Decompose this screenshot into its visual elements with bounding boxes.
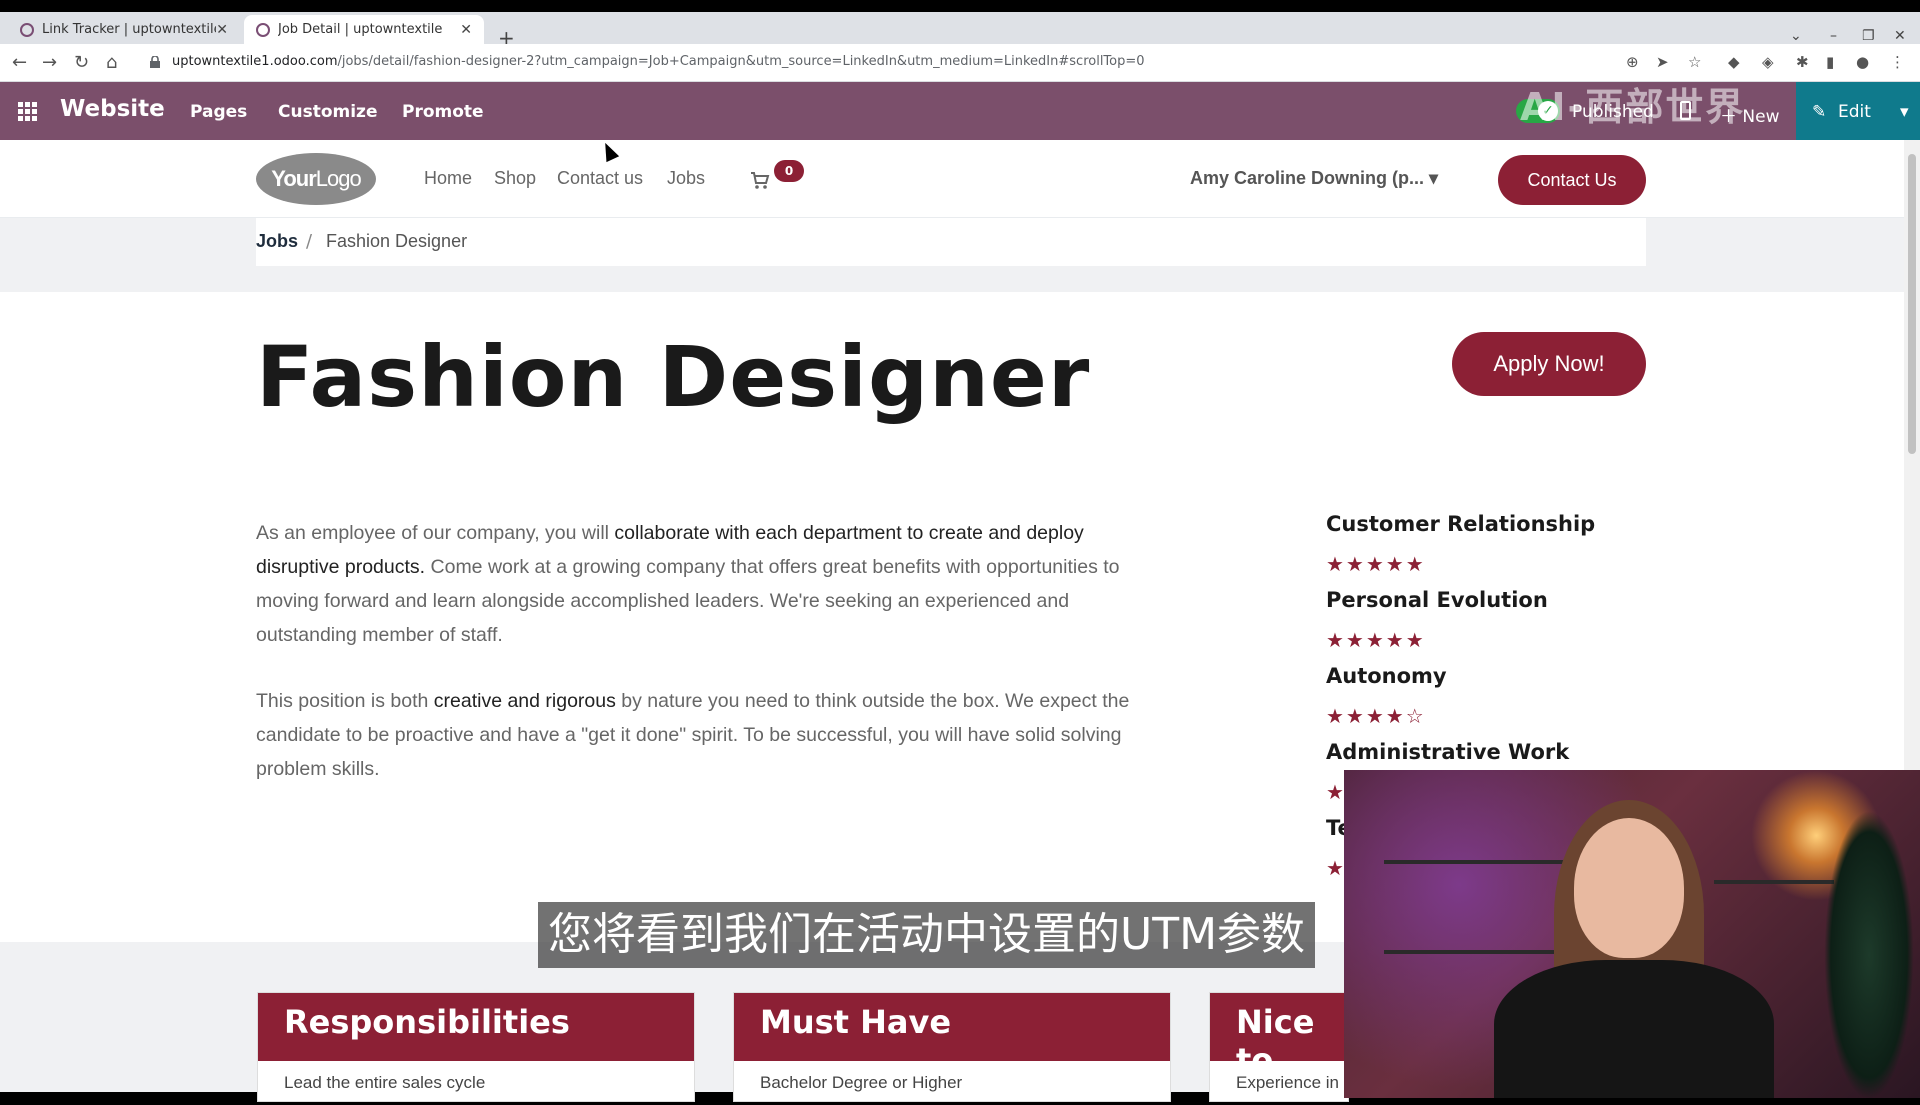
- video-watermark: AI-西部世界: [1520, 85, 1746, 129]
- odoo-website-bar: Website Pages Customize Promote ✓ Publis…: [0, 82, 1920, 140]
- restore-icon[interactable]: ❐: [1862, 28, 1875, 44]
- card-responsibilities: Responsibilities Lead the entire sales c…: [257, 992, 695, 1102]
- new-button-label: New: [1742, 107, 1780, 127]
- logo-rest: Logo: [315, 166, 362, 191]
- card-title: Nice to: [1210, 993, 1348, 1079]
- job-description-paragraph: As an employee of our company, you will …: [256, 516, 1166, 652]
- nav-jobs[interactable]: Jobs: [667, 168, 705, 189]
- caret-down-icon: ▾: [1429, 168, 1439, 188]
- browser-tab-strip: Link Tracker | uptowntextile ✕ Job Detai…: [0, 12, 1920, 50]
- cart-count-badge[interactable]: 0: [774, 160, 804, 182]
- star-rating-icon: ★★★★☆: [1326, 704, 1426, 728]
- bold-text: creative and rigorous: [433, 690, 616, 712]
- nav-contact-us[interactable]: Contact us: [557, 168, 643, 189]
- profile-avatar-icon[interactable]: ●: [1856, 53, 1869, 71]
- tab-label: Link Tracker | uptowntextile: [42, 22, 217, 37]
- tab-link-tracker[interactable]: Link Tracker | uptowntextile ✕: [8, 15, 240, 44]
- apps-grid-icon[interactable]: [18, 102, 38, 121]
- odoo-favicon-icon: [20, 22, 34, 37]
- text: This position is both: [256, 690, 434, 712]
- presenter-video-overlay: [1344, 770, 1920, 1098]
- menu-pages[interactable]: Pages: [190, 102, 247, 122]
- tab-job-detail[interactable]: Job Detail | uptowntextile ✕: [244, 15, 484, 44]
- star-rating-icon: ★: [1326, 856, 1346, 880]
- shopping-cart-icon[interactable]: [750, 170, 770, 190]
- card-nice-to-have: Nice to Experience in: [1209, 992, 1349, 1102]
- video-subtitle: 您将看到我们在活动中设置的UTM参数: [538, 902, 1316, 968]
- extension-icon[interactable]: ◈: [1762, 53, 1774, 71]
- url-path: /jobs/detail/fashion-designer-2?utm_camp…: [337, 54, 1145, 69]
- odoo-favicon-icon: [256, 22, 270, 37]
- side-panel-icon[interactable]: ▮: [1826, 53, 1834, 71]
- caret-down-icon[interactable]: ▾: [1900, 102, 1909, 122]
- reload-icon[interactable]: ↻: [74, 52, 89, 73]
- nav-shop[interactable]: Shop: [494, 168, 536, 189]
- minimize-icon[interactable]: –: [1830, 28, 1837, 44]
- url-host: uptowntextile1.odoo.com: [172, 54, 338, 69]
- skill-item: Customer Relationship ★★★★★: [1326, 512, 1656, 588]
- text: As an employee of our company, you will: [256, 522, 615, 544]
- shelf: [1714, 880, 1834, 884]
- lock-icon[interactable]: [150, 56, 160, 68]
- pencil-icon: ✎: [1812, 102, 1827, 122]
- skill-name: Autonomy: [1326, 664, 1447, 688]
- forward-icon[interactable]: →: [42, 52, 57, 73]
- apply-now-button[interactable]: Apply Now!: [1452, 332, 1646, 396]
- star-rating-icon: ★: [1326, 780, 1346, 804]
- menu-promote[interactable]: Promote: [402, 102, 484, 122]
- breadcrumb-current: Fashion Designer: [326, 231, 468, 251]
- presenter-body: [1494, 960, 1774, 1098]
- screen-top-border: [0, 0, 1920, 12]
- browser-menu-icon[interactable]: ⋮: [1890, 53, 1905, 71]
- skill-item: Autonomy ★★★★☆: [1326, 664, 1656, 740]
- scrollbar-thumb[interactable]: [1908, 154, 1916, 454]
- plant-shape: [1824, 810, 1914, 1098]
- website-app-title[interactable]: Website: [60, 96, 165, 122]
- job-description-paragraph: This position is both creative and rigor…: [256, 684, 1166, 786]
- card-text: Experience in: [1236, 1073, 1340, 1092]
- breadcrumb: Jobs / Fashion Designer: [256, 218, 1646, 266]
- bookmark-star-icon[interactable]: ☆: [1688, 53, 1701, 71]
- logo-bold: Your: [271, 166, 316, 191]
- breadcrumb-separator: /: [306, 231, 313, 252]
- shelf: [1384, 950, 1564, 954]
- card-text: Bachelor Degree or Higher: [760, 1073, 963, 1092]
- skill-name: Administrative Work: [1326, 740, 1570, 764]
- star-rating-icon: ★★★★★: [1326, 552, 1426, 576]
- extensions-puzzle-icon[interactable]: ✱: [1796, 53, 1809, 71]
- tab-label: Job Detail | uptowntextile: [278, 22, 443, 37]
- skill-name: Customer Relationship: [1326, 512, 1596, 536]
- card-title: Responsibilities: [258, 993, 694, 1061]
- edit-button[interactable]: ✎ Edit ▾: [1796, 82, 1920, 140]
- nav-home[interactable]: Home: [424, 168, 472, 189]
- zoom-icon[interactable]: ⊕: [1626, 53, 1639, 71]
- menu-customize[interactable]: Customize: [278, 102, 377, 122]
- card-title: Must Have: [734, 993, 1170, 1061]
- tab-close-icon[interactable]: ✕: [216, 22, 228, 38]
- tab-search-chevron-icon[interactable]: ⌄: [1790, 28, 1802, 44]
- skill-name: Personal Evolution: [1326, 588, 1548, 612]
- skill-item: Personal Evolution ★★★★★: [1326, 588, 1656, 664]
- tab-close-icon[interactable]: ✕: [460, 22, 472, 38]
- contact-us-button[interactable]: Contact Us: [1498, 155, 1646, 205]
- user-name: Amy Caroline Downing (p...: [1190, 168, 1425, 188]
- back-icon[interactable]: ←: [12, 52, 27, 73]
- site-header: YourLogo Home Shop Contact us Jobs 0 Amy…: [0, 140, 1904, 218]
- card-text: Lead the entire sales cycle: [284, 1073, 486, 1092]
- share-icon[interactable]: ➤: [1656, 53, 1669, 71]
- site-logo[interactable]: YourLogo: [256, 153, 376, 205]
- home-icon[interactable]: ⌂: [106, 52, 117, 73]
- user-menu-dropdown[interactable]: Amy Caroline Downing (p... ▾: [1190, 168, 1438, 189]
- page-title: Fashion Designer: [256, 328, 1091, 426]
- star-rating-icon: ★★★★★: [1326, 628, 1426, 652]
- extension-icon[interactable]: ◆: [1728, 53, 1740, 71]
- breadcrumb-band: Jobs / Fashion Designer: [0, 218, 1904, 292]
- card-must-have: Must Have Bachelor Degree or Higher: [733, 992, 1171, 1102]
- presenter-face: [1574, 818, 1684, 958]
- window-close-icon[interactable]: ✕: [1894, 28, 1906, 44]
- url-text[interactable]: uptowntextile1.odoo.com/jobs/detail/fash…: [172, 54, 1145, 69]
- edit-label: Edit: [1838, 102, 1871, 122]
- shelf: [1384, 860, 1564, 864]
- breadcrumb-jobs[interactable]: Jobs: [256, 231, 298, 252]
